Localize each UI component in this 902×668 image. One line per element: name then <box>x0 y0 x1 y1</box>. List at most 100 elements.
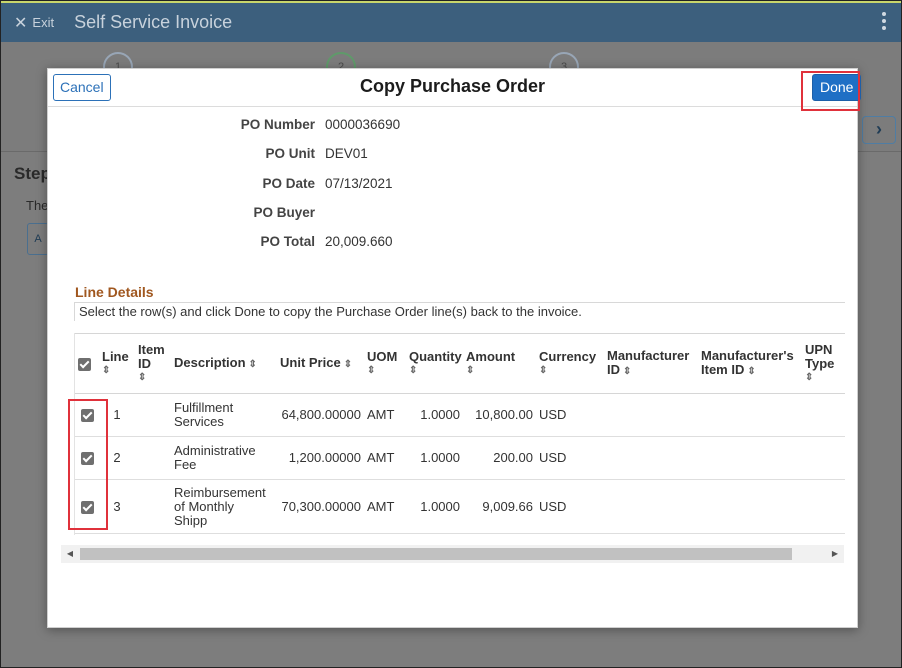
cell-amount: 200.00 <box>493 450 533 465</box>
cell-line: 3 <box>113 498 121 514</box>
column-header-upn-type[interactable]: UPN Type ⇕ <box>802 334 845 394</box>
po-unit-row: PO Unit DEV01 <box>48 146 448 175</box>
sort-icon: ⇕ <box>409 364 418 376</box>
checkbox-checked-icon <box>80 500 94 514</box>
grid-header-row: Line ⇕ Item ID ⇕ Description ⇕ Unit Price… <box>75 333 845 394</box>
po-buyer-label: PO Buyer <box>253 204 315 220</box>
app-title: Self Service Invoice <box>74 12 233 32</box>
close-icon: ✕ <box>14 14 28 32</box>
cell-upn-type <box>802 394 845 437</box>
cell-amount: 9,009.66 <box>482 498 533 514</box>
checkbox-checked-icon <box>80 409 94 423</box>
cell-unit-price: 1,200.00000 <box>288 450 361 465</box>
cell-unit-price: 70,300.00000 <box>281 498 361 514</box>
cell-uom: AMT <box>367 498 395 514</box>
next-step-button[interactable]: › <box>862 116 896 144</box>
sort-icon: ⇕ <box>102 364 111 376</box>
po-total-value: 20,009.660 <box>325 234 393 250</box>
column-header-item-id[interactable]: Item ID ⇕ <box>135 334 171 394</box>
checkbox-checked-icon <box>80 452 94 466</box>
column-header-amount[interactable]: Amount ⇕ <box>463 334 536 394</box>
cell-manufacturer-item-id <box>698 394 802 437</box>
row-select-checkbox[interactable] <box>75 394 99 437</box>
horizontal-scrollbar[interactable]: ◀ ▶ <box>61 545 844 563</box>
cell-item-id <box>135 437 171 480</box>
checkbox-checked-icon <box>78 357 91 371</box>
po-total-label: PO Total <box>260 234 315 250</box>
column-header-manufacturer-id[interactable]: Manufacturer ID ⇕ <box>604 334 698 394</box>
line-details-title: Line Details <box>75 284 154 300</box>
cell-uom: AMT <box>367 450 395 465</box>
sort-icon: ⇕ <box>367 364 376 376</box>
scroll-right-icon[interactable]: ▶ <box>826 545 844 563</box>
done-button-highlight <box>801 71 860 111</box>
sort-icon: ⇕ <box>747 365 756 377</box>
po-date-value: 07/13/2021 <box>325 175 393 191</box>
po-summary: PO Number 0000036690 PO Unit DEV01 PO Da… <box>48 117 448 263</box>
exit-label: Exit <box>32 15 55 30</box>
cell-description: Administrative Fee <box>174 443 256 472</box>
po-date-label: PO Date <box>262 175 315 191</box>
sort-icon: ⇕ <box>138 371 147 383</box>
cell-manufacturer-id <box>604 437 698 480</box>
line-details-grid: Line ⇕ Item ID ⇕ Description ⇕ Unit Price… <box>74 333 845 535</box>
po-unit-label: PO Unit <box>265 146 316 162</box>
po-number-row: PO Number 0000036690 <box>48 117 448 146</box>
step-text: The <box>26 198 49 213</box>
po-buyer-row: PO Buyer <box>48 205 448 234</box>
table-row[interactable]: 1 Fulfillment Services 64,800.00000 AMT … <box>75 394 845 437</box>
select-all-checkbox[interactable] <box>75 334 99 394</box>
sort-icon: ⇕ <box>623 365 632 377</box>
column-header-manufacturer-item-id[interactable]: Manufacturer's Item ID ⇕ <box>698 334 802 394</box>
cell-uom: AMT <box>367 407 395 422</box>
add-button[interactable]: A <box>27 223 49 255</box>
cell-quantity: 1.0000 <box>420 450 460 465</box>
po-number-value: 0000036690 <box>325 117 401 132</box>
copy-purchase-order-modal: Cancel Copy Purchase Order Done PO Numbe… <box>47 68 862 628</box>
cell-unit-price: 64,800.00000 <box>281 407 361 422</box>
cell-quantity: 1.0000 <box>420 498 460 514</box>
scrollbar-thumb[interactable] <box>80 548 792 560</box>
column-header-currency[interactable]: Currency ⇕ <box>536 334 604 394</box>
sort-icon: ⇕ <box>805 371 814 383</box>
cell-manufacturer-item-id <box>698 437 802 480</box>
po-unit-value: DEV01 <box>325 146 368 162</box>
cell-upn-type <box>802 480 845 534</box>
cell-line: 2 <box>113 450 121 465</box>
po-date-row: PO Date 07/13/2021 <box>48 176 448 205</box>
cell-item-id <box>135 480 171 534</box>
column-header-quantity[interactable]: Quantity ⇕ <box>406 334 463 394</box>
sort-icon: ⇕ <box>343 358 353 370</box>
cell-description: Reimbursement of Monthly Shipp <box>174 484 266 528</box>
modal-header: Cancel Copy Purchase Order Done <box>48 69 862 111</box>
po-total-row: PO Total 20,009.660 <box>48 234 448 263</box>
column-header-description[interactable]: Description ⇕ <box>171 334 277 394</box>
cell-item-id <box>135 394 171 437</box>
po-number-label: PO Number <box>240 117 315 132</box>
step-heading: Step <box>14 164 51 183</box>
row-select-checkbox[interactable] <box>75 437 99 480</box>
table-row[interactable]: 2 Administrative Fee 1,200.00000 AMT 1.0… <box>75 437 845 480</box>
cell-currency: USD <box>539 498 567 514</box>
cell-manufacturer-id <box>604 480 698 534</box>
cell-currency: USD <box>539 450 567 465</box>
cell-quantity: 1.0000 <box>420 407 460 422</box>
column-header-unit-price[interactable]: Unit Price ⇕ <box>277 334 364 394</box>
row-select-checkbox[interactable] <box>75 480 99 534</box>
column-header-line[interactable]: Line ⇕ <box>99 334 135 394</box>
more-options-icon[interactable] <box>882 12 886 30</box>
cell-upn-type <box>802 437 845 480</box>
cell-currency: USD <box>539 407 567 422</box>
cell-line: 1 <box>113 407 121 422</box>
scroll-left-icon[interactable]: ◀ <box>61 545 79 563</box>
column-header-uom[interactable]: UOM ⇕ <box>364 334 406 394</box>
cell-amount: 10,800.00 <box>475 407 533 422</box>
cell-manufacturer-id <box>604 394 698 437</box>
cell-manufacturer-item-id <box>698 480 802 534</box>
sort-icon: ⇕ <box>539 364 548 376</box>
exit-button[interactable]: ✕ Exit <box>14 13 54 33</box>
sort-icon: ⇕ <box>466 364 475 376</box>
table-row[interactable]: 3 Reimbursement of Monthly Shipp 70,300.… <box>75 480 845 534</box>
modal-title: Copy Purchase Order <box>359 76 546 96</box>
line-details-instructions: Select the row(s) and click Done to copy… <box>74 302 845 321</box>
